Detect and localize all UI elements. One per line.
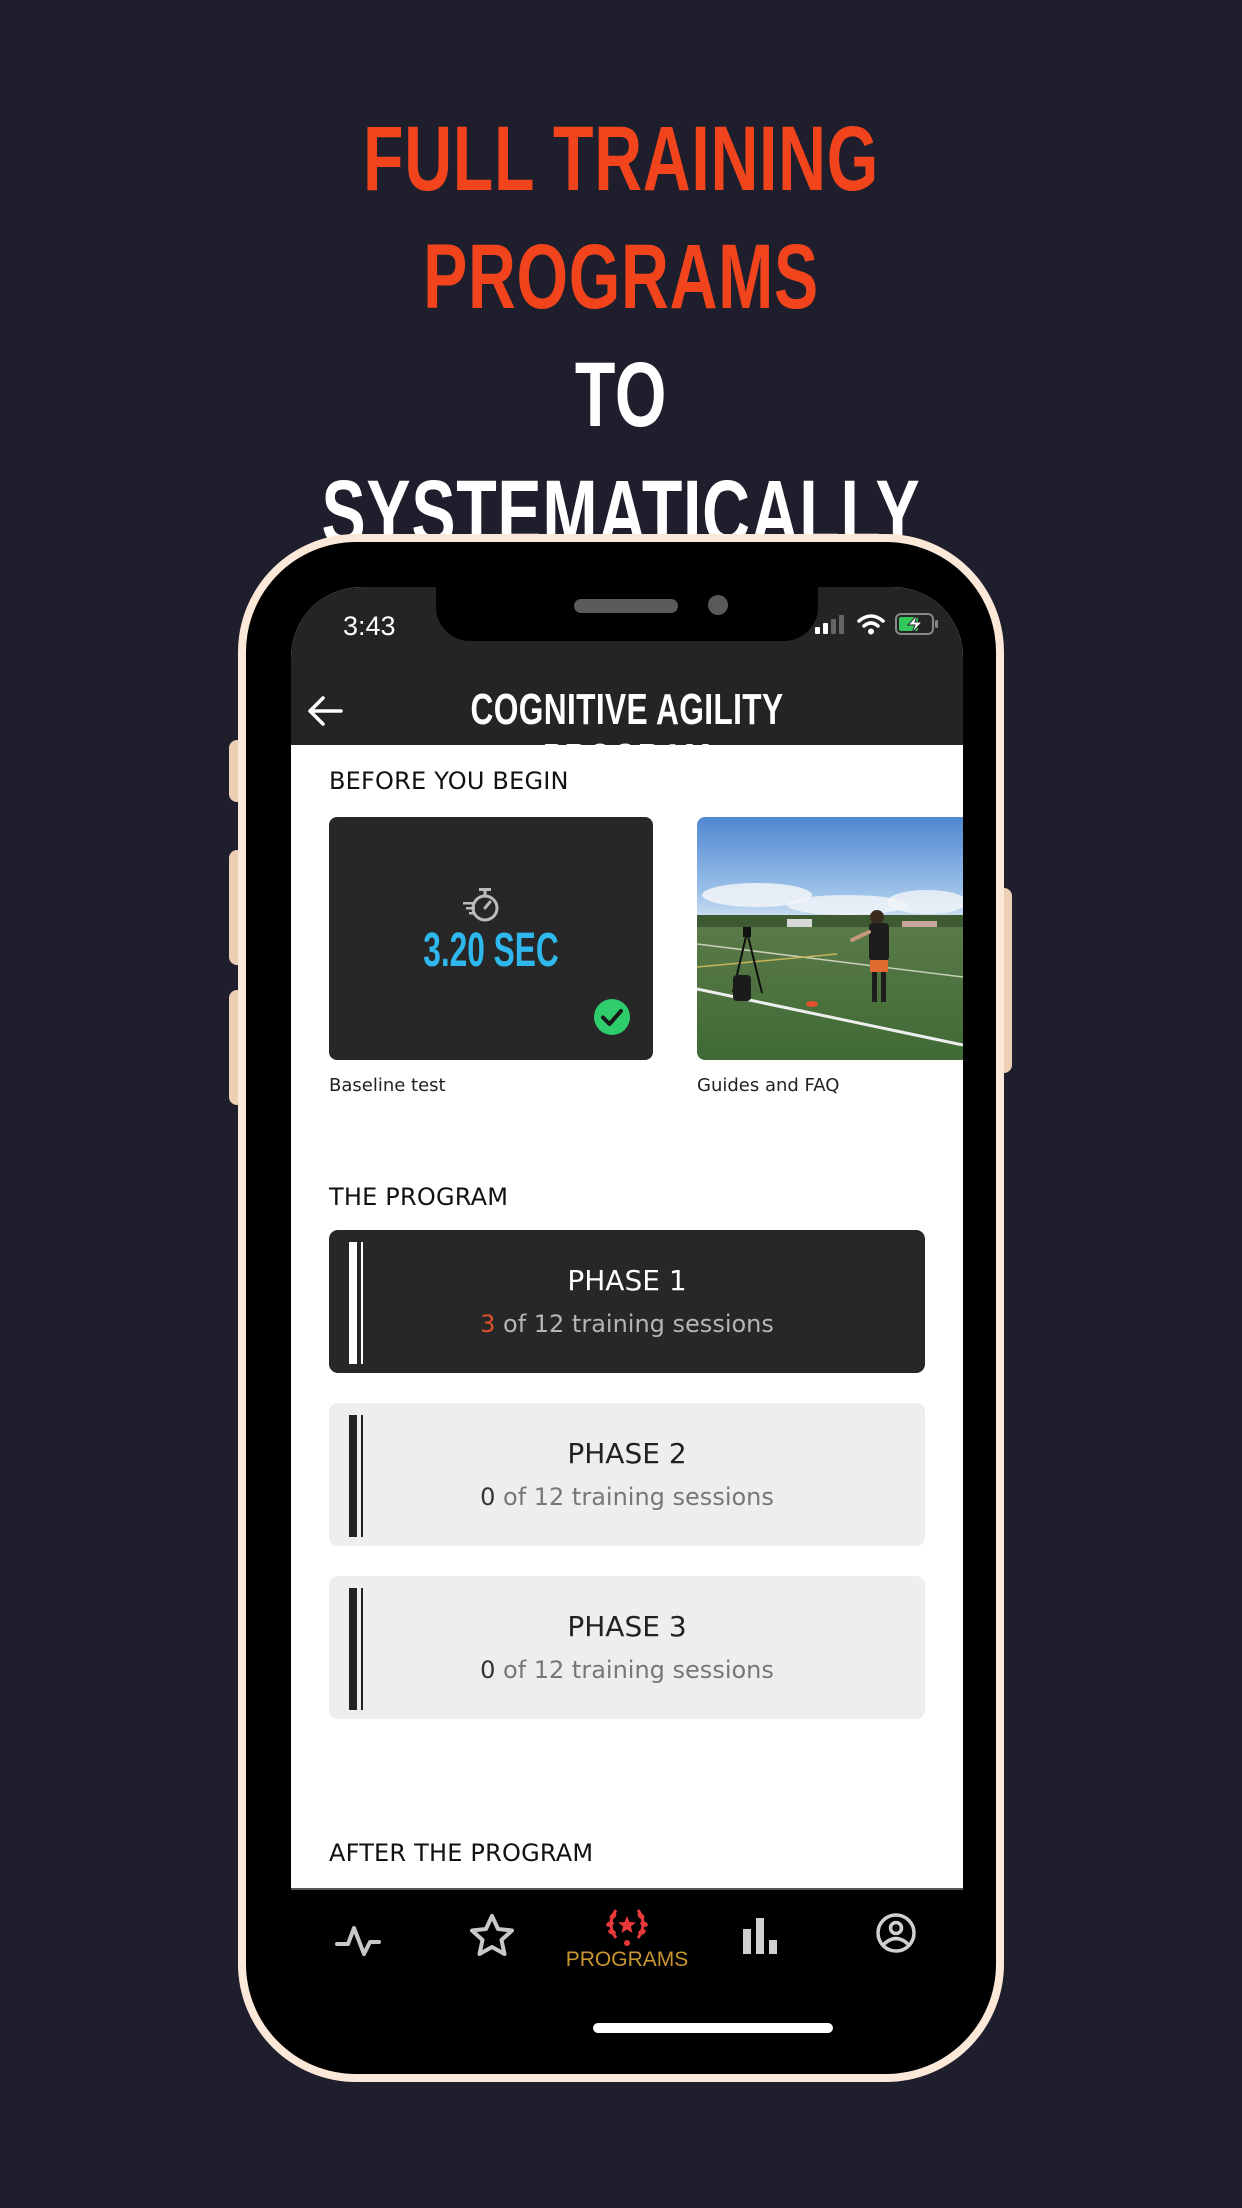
sessions-completed: 0	[480, 1483, 496, 1511]
baseline-time-value: 3.20 SEC	[423, 924, 559, 977]
phase-1-card[interactable]: PHASE 1 3 of 12 training sessions	[329, 1230, 925, 1373]
sessions-completed: 3	[480, 1310, 496, 1338]
guides-faq-label: Guides and FAQ	[697, 1075, 840, 1096]
phase-title: PHASE 1	[567, 1264, 687, 1297]
phase-indicator	[349, 1415, 357, 1537]
phase-3-card[interactable]: PHASE 3 0 of 12 training sessions	[329, 1576, 925, 1719]
app-bar: COGNITIVE AGILITY PROGRAM	[291, 677, 963, 784]
notch	[436, 587, 818, 641]
tab-programs-label: PROGRAMS	[565, 1948, 689, 1971]
speaker	[574, 599, 678, 613]
cellular-signal-icon	[815, 615, 844, 634]
bar-chart-icon	[743, 1918, 777, 1954]
phase-indicator-line	[361, 1415, 363, 1537]
tab-activity[interactable]	[291, 1890, 425, 1982]
phase-indicator-line	[361, 1242, 363, 1364]
laurel-star-icon	[606, 1909, 648, 1946]
phase-title: PHASE 2	[567, 1437, 687, 1470]
tab-favorites[interactable]	[425, 1890, 559, 1982]
phase-progress: 0 of 12 training sessions	[329, 1483, 925, 1511]
phase-indicator-line	[361, 1588, 363, 1710]
tab-stats[interactable]	[694, 1890, 828, 1982]
baseline-test-label: Baseline test	[329, 1075, 446, 1096]
arrow-left-icon	[308, 696, 343, 726]
stopwatch-icon	[463, 888, 499, 922]
headline-line-1: FULL TRAINING PROGRAMS	[363, 108, 879, 328]
phone-bezel: 3:43 COGNITIVE AGILITY BEFORE YOU BEGIN …	[246, 542, 996, 2074]
status-icons	[815, 613, 939, 635]
user-circle-icon	[876, 1913, 916, 1953]
sessions-total: of 12 training sessions	[495, 1483, 774, 1511]
phase-indicator	[349, 1242, 357, 1364]
pulse-icon	[335, 1926, 381, 1956]
tab-programs[interactable]: PROGRAMS	[560, 1890, 694, 1982]
section-title-program: THE PROGRAM	[329, 1183, 509, 1211]
phase-title: PHASE 3	[567, 1610, 687, 1643]
battery-charging-icon	[895, 613, 938, 635]
check-circle-icon	[594, 999, 630, 1035]
status-time: 3:43	[343, 611, 396, 641]
wifi-icon	[857, 614, 885, 635]
soccer-field-photo	[697, 817, 963, 1060]
front-camera	[708, 595, 728, 615]
tab-profile[interactable]	[829, 1890, 963, 1982]
phase-progress: 3 of 12 training sessions	[329, 1310, 925, 1338]
phase-2-card[interactable]: PHASE 2 0 of 12 training sessions	[329, 1403, 925, 1546]
bottom-tab-bar: PROGRAMS	[291, 1888, 963, 1982]
back-button[interactable]	[303, 689, 347, 733]
home-indicator[interactable]	[593, 2023, 833, 2033]
section-title-before: BEFORE YOU BEGIN	[329, 767, 569, 795]
section-title-after: AFTER THE PROGRAM	[329, 1839, 594, 1867]
app-screen: 3:43 COGNITIVE AGILITY BEFORE YOU BEGIN …	[291, 587, 963, 1982]
status-bar: 3:43	[291, 587, 963, 677]
sessions-completed: 0	[480, 1656, 496, 1684]
sessions-total: of 12 training sessions	[495, 1656, 774, 1684]
phase-progress: 0 of 12 training sessions	[329, 1656, 925, 1684]
guides-faq-card[interactable]	[697, 817, 963, 1060]
sessions-total: of 12 training sessions	[495, 1310, 774, 1338]
phase-indicator	[349, 1588, 357, 1710]
star-icon	[470, 1914, 514, 1956]
baseline-test-card[interactable]: 3.20 SEC	[329, 817, 653, 1060]
program-content[interactable]: BEFORE YOU BEGIN 3.20 SEC Baseline test …	[291, 745, 963, 1888]
phone-frame: 3:43 COGNITIVE AGILITY BEFORE YOU BEGIN …	[238, 534, 1004, 2082]
